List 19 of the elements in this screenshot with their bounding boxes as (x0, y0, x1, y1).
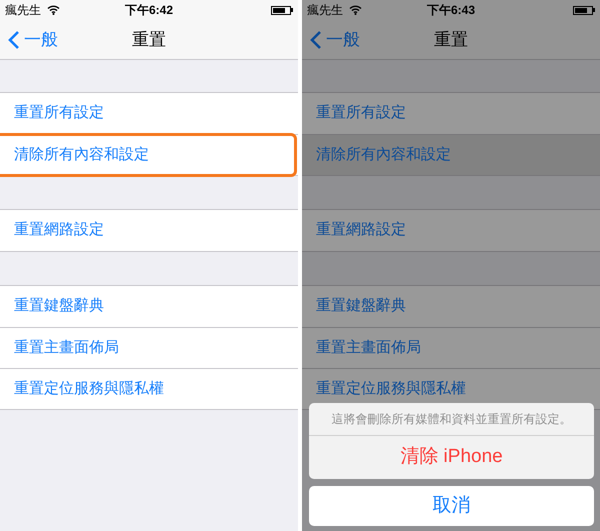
carrier-name: 瘋先生 (5, 2, 41, 19)
battery-icon (271, 6, 293, 14)
settings-row[interactable]: 清除所有內容和設定 (0, 134, 298, 175)
sheet-message: 這將會刪除所有媒體和資料並重置所有設定。 (330, 411, 572, 428)
chevron-icon[interactable] (8, 30, 20, 50)
carrier-name: 瘋先生 (307, 2, 343, 19)
cancel-button[interactable]: 取消 (309, 486, 594, 526)
nav-title: 重置 (132, 28, 166, 51)
back-button[interactable]: 一般 (302, 26, 360, 52)
battery-icon (573, 6, 595, 14)
status-time: 下午6:43 (426, 2, 476, 19)
status-time: 下午6:42 (124, 2, 174, 19)
wifi-icon (47, 5, 60, 15)
chevron-icon[interactable] (310, 30, 322, 50)
settings-row[interactable]: 清除所有內容和設定 (302, 134, 600, 175)
wifi-icon (349, 5, 362, 15)
back-button[interactable]: 一般 (0, 26, 58, 52)
erase-button[interactable]: 清除 iPhone (309, 435, 594, 479)
nav-title: 重置 (434, 28, 468, 51)
